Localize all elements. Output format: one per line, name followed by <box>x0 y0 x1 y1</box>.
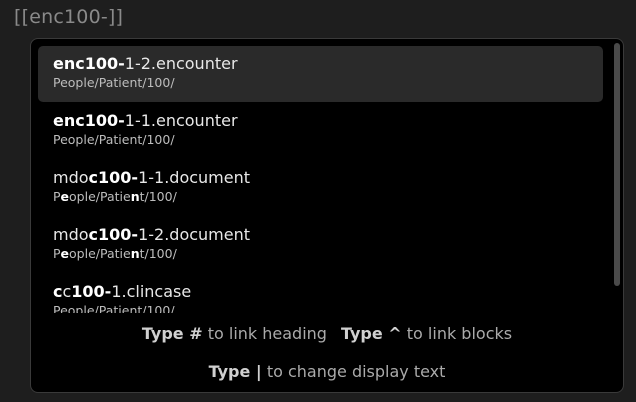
title-prefix: mdo <box>53 225 89 244</box>
hint-text: to link blocks <box>401 324 513 343</box>
suggestion-item[interactable]: mdoc100-1-2.document People/Patient/100/ <box>38 217 603 273</box>
suggestion-list: enc100-1-2.encounter People/Patient/100/… <box>31 39 607 313</box>
instruction-row: Type | to change display text <box>31 353 623 391</box>
path-match: n <box>130 189 140 204</box>
scrollbar-thumb[interactable] <box>614 43 620 286</box>
suggestion-title: mdoc100-1-2.document <box>53 225 603 245</box>
path-part: ople/Patie <box>69 189 131 204</box>
title-rest: 1-2.document <box>138 225 251 244</box>
hint-key: Type ^ <box>340 324 402 343</box>
title-rest: 1-1.document <box>138 168 251 187</box>
match-highlight: enc100- <box>53 111 125 130</box>
link-suggestion-popup: enc100-1-2.encounter People/Patient/100/… <box>30 38 624 393</box>
title-mid: c <box>62 282 72 301</box>
path-part: t/100/ <box>139 246 177 261</box>
match-highlight: enc100- <box>53 54 125 73</box>
title-rest: 1.clincase <box>111 282 192 301</box>
suggestion-title: cc100-1.clincase <box>53 282 603 302</box>
path-match: e <box>60 189 70 204</box>
match-highlight: 100- <box>71 282 112 301</box>
editor-link-text[interactable]: [[enc100-]] <box>14 6 123 28</box>
instruction-row: Type # to link heading Type ^ to link blo… <box>31 315 623 353</box>
suggestion-item[interactable]: cc100-1.clincase People/Patient/100/ <box>38 274 603 313</box>
hint-key: Type # <box>141 324 203 343</box>
title-prefix: mdo <box>53 168 89 187</box>
match-highlight: c100- <box>88 168 139 187</box>
suggestion-title: enc100-1-2.encounter <box>53 54 603 74</box>
title-rest: 1-2.encounter <box>124 54 238 73</box>
suggestion-item[interactable]: enc100-1-1.encounter People/Patient/100/ <box>38 103 603 159</box>
path-part: ople/Patie <box>69 246 131 261</box>
hint-text: to change display text <box>261 362 446 381</box>
hint-text: to link heading <box>202 324 327 343</box>
suggestion-path: People/Patient/100/ <box>53 246 603 262</box>
suggestion-path: People/Patient/100/ <box>53 189 603 205</box>
match-highlight: c100- <box>88 225 139 244</box>
suggestion-item[interactable]: enc100-1-2.encounter People/Patient/100/ <box>38 46 603 102</box>
path-match: n <box>130 246 140 261</box>
path-part: t/100/ <box>139 189 177 204</box>
hint-key: Type | <box>208 362 262 381</box>
suggestion-title: enc100-1-1.encounter <box>53 111 603 131</box>
suggestion-item[interactable]: mdoc100-1-1.document People/Patient/100/ <box>38 160 603 216</box>
instructions-footer: Type # to link heading Type ^ to link blo… <box>31 315 623 391</box>
path-part: P <box>53 189 61 204</box>
suggestion-path: People/Patient/100/ <box>53 132 175 147</box>
suggestion-title: mdoc100-1-1.document <box>53 168 603 188</box>
path-match: e <box>60 246 70 261</box>
path-part: P <box>53 246 61 261</box>
suggestion-path: People/Patient/100/ <box>53 75 175 90</box>
suggestion-path: People/Patient/100/ <box>53 303 175 313</box>
title-rest: 1-1.encounter <box>124 111 238 130</box>
